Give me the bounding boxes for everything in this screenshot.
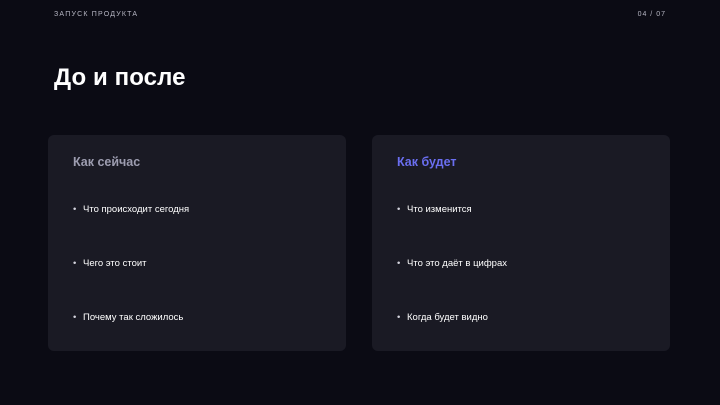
list-item: • Когда будет видно [397, 312, 488, 323]
list-item-text: Почему так сложилось [83, 312, 184, 323]
list-item: • Почему так сложилось [73, 312, 183, 323]
bullet-icon: • [397, 258, 401, 269]
slide-title: До и после [54, 64, 186, 91]
list-item: • Что изменится [397, 204, 472, 215]
bullet-icon: • [397, 204, 401, 215]
list-item: • Что это даёт в цифрах [397, 258, 507, 269]
list-item: • Чего это стоит [73, 258, 147, 269]
bullet-icon: • [73, 258, 77, 269]
card-future-title: Как будет [397, 155, 457, 169]
list-item-text: Что это даёт в цифрах [407, 258, 507, 269]
slide-eyebrow: ЗАПУСК ПРОДУКТА [54, 11, 139, 18]
list-item-text: Что изменится [407, 204, 472, 215]
list-item: • Что происходит сегодня [73, 204, 189, 215]
bullet-icon: • [73, 312, 77, 323]
card-future: Как будет • Что изменится • Что это даёт в… [372, 135, 670, 351]
list-item-text: Когда будет видно [407, 312, 488, 323]
list-item-text: Что происходит сегодня [83, 204, 190, 215]
slide-pager: 04 / 07 [637, 11, 666, 18]
card-current-title: Как сейчас [73, 155, 141, 169]
bullet-icon: • [397, 312, 401, 323]
list-item-text: Чего это стоит [83, 258, 147, 269]
bullet-icon: • [73, 204, 77, 215]
card-current: Как сейчас • Что происходит сегодня • Чего… [48, 135, 346, 351]
